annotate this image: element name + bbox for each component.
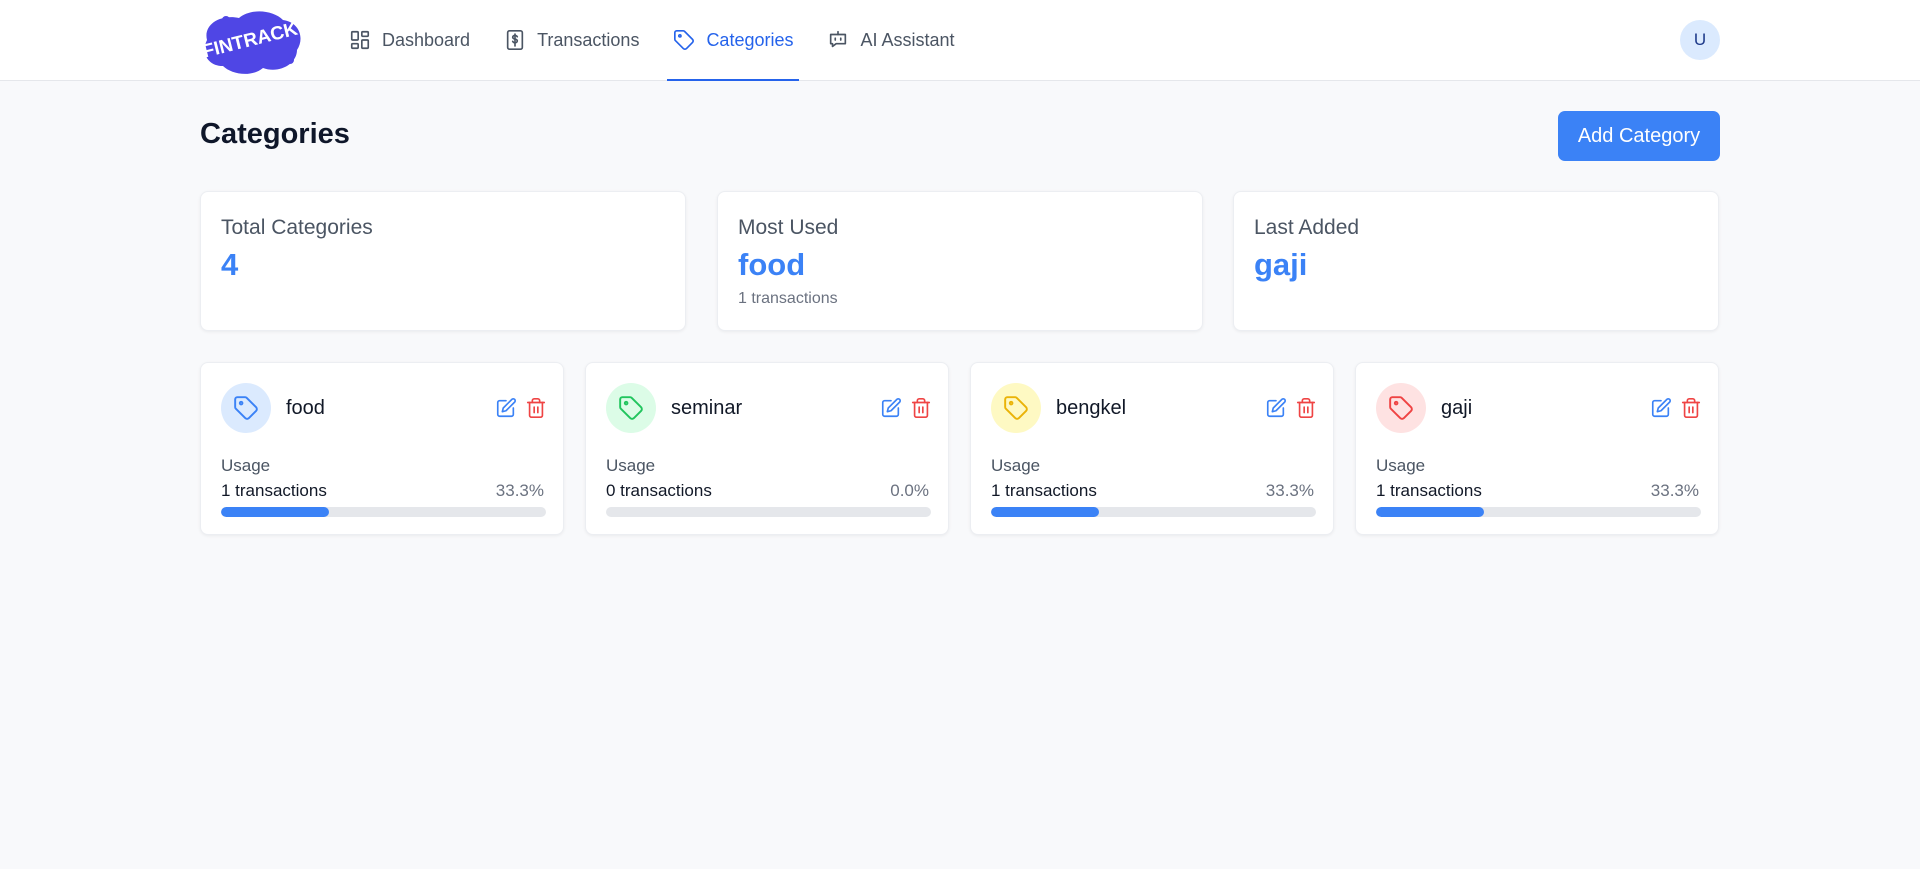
stat-most-used-label: Most Used xyxy=(738,216,839,239)
category-card: bengkel Usage 1 transactions 33.3% xyxy=(970,362,1334,535)
category-tag-icon xyxy=(221,383,271,433)
nav-transactions-label: Transactions xyxy=(537,29,640,50)
stat-most-used-value: food xyxy=(738,247,806,282)
stat-last-added-value: gaji xyxy=(1254,247,1308,282)
usage-progress-fill xyxy=(1376,507,1485,517)
stat-total-label: Total Categories xyxy=(221,216,373,239)
stat-card-most-used: Most Used food 1 transactions xyxy=(717,191,1203,331)
usage-percent: 0.0% xyxy=(890,481,929,500)
nav-transactions[interactable]: Transactions xyxy=(500,0,643,80)
add-category-button[interactable]: Add Category xyxy=(1558,111,1720,161)
category-card: food Usage 1 transactions 33.3% xyxy=(200,362,564,535)
usage-count: 1 transactions xyxy=(991,481,1097,500)
usage-label: Usage xyxy=(221,456,271,475)
usage-count: 0 transactions xyxy=(606,481,712,500)
nav-dashboard[interactable]: Dashboard xyxy=(345,0,474,80)
page-title: Categories xyxy=(200,118,350,150)
usage-count: 1 transactions xyxy=(1376,481,1482,500)
category-tag-icon xyxy=(1376,383,1426,433)
edit-icon[interactable] xyxy=(1265,397,1287,419)
category-name: bengkel xyxy=(1056,397,1127,419)
nav-ai-assistant[interactable]: AI Assistant xyxy=(823,0,958,80)
nav-categories[interactable]: Categories xyxy=(667,0,800,81)
usage-progress-bar xyxy=(1376,507,1701,517)
category-name: food xyxy=(286,397,325,419)
edit-icon[interactable] xyxy=(1650,397,1672,419)
user-avatar[interactable]: U xyxy=(1680,20,1720,60)
usage-progress-bar xyxy=(606,507,931,517)
edit-icon[interactable] xyxy=(495,397,517,419)
usage-label: Usage xyxy=(991,456,1041,475)
category-tag-icon xyxy=(991,383,1041,433)
fintrack-logo[interactable]: FINTRACK xyxy=(199,4,304,76)
tag-icon xyxy=(673,29,695,51)
usage-progress-bar xyxy=(991,507,1316,517)
usage-percent: 33.3% xyxy=(1265,481,1314,500)
category-name: gaji xyxy=(1441,397,1473,419)
main-nav: Dashboard Transactions Categories AI Ass… xyxy=(345,0,985,81)
nav-dashboard-label: Dashboard xyxy=(382,29,471,50)
stat-card-last-added: Last Added gaji xyxy=(1233,191,1719,331)
usage-label: Usage xyxy=(606,456,656,475)
category-card: gaji Usage 1 transactions 33.3% xyxy=(1355,362,1719,535)
stat-total-value: 4 xyxy=(221,247,239,282)
category-tag-icon xyxy=(606,383,656,433)
edit-icon[interactable] xyxy=(880,397,902,419)
usage-progress-fill xyxy=(221,507,330,517)
stat-most-used-sub: 1 transactions xyxy=(738,290,838,307)
usage-progress-fill xyxy=(991,507,1100,517)
nav-ai-assistant-label: AI Assistant xyxy=(860,29,955,50)
delete-icon[interactable] xyxy=(525,397,547,419)
top-navbar: FINTRACK Dashboard Transactions Categori… xyxy=(0,0,1920,81)
dollar-receipt-icon xyxy=(504,29,526,51)
stat-card-total: Total Categories 4 xyxy=(200,191,686,331)
usage-percent: 33.3% xyxy=(1650,481,1699,500)
usage-percent: 33.3% xyxy=(495,481,544,500)
usage-progress-bar xyxy=(221,507,546,517)
chat-bot-icon xyxy=(827,29,849,51)
category-card: seminar Usage 0 transactions 0.0% xyxy=(585,362,949,535)
category-name: seminar xyxy=(671,397,743,419)
nav-categories-label: Categories xyxy=(706,29,794,50)
stat-last-added-label: Last Added xyxy=(1254,216,1360,239)
delete-icon[interactable] xyxy=(910,397,932,419)
dashboard-grid-icon xyxy=(349,29,371,51)
usage-label: Usage xyxy=(1376,456,1426,475)
delete-icon[interactable] xyxy=(1680,397,1702,419)
delete-icon[interactable] xyxy=(1295,397,1317,419)
usage-count: 1 transactions xyxy=(221,481,327,500)
